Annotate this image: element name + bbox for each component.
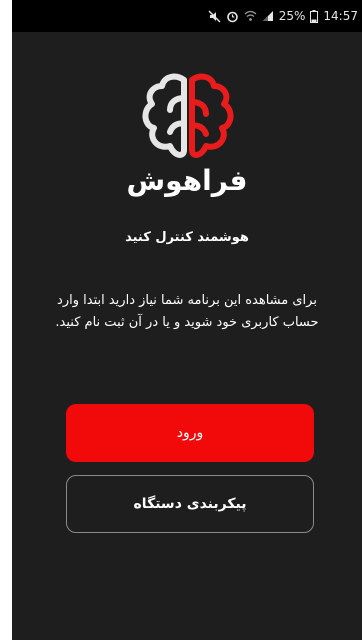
brain-icon xyxy=(142,73,234,158)
mute-icon xyxy=(208,10,221,23)
battery-percent: 25% xyxy=(278,9,306,23)
app-screen: 25% 14:57 فراهوش هوشمند کنترل کنید برای … xyxy=(12,0,362,640)
welcome-headline: هوشمند کنترل کنید xyxy=(125,230,249,245)
battery-icon xyxy=(310,9,319,23)
welcome-description: برای مشاهده این برنامه شما نیاز دارید اب… xyxy=(55,293,319,331)
signal-icon xyxy=(262,10,274,22)
wifi-icon xyxy=(244,10,257,22)
alarm-icon xyxy=(226,10,239,23)
brand-wordmark: فراهوش xyxy=(126,164,248,197)
status-bar: 25% 14:57 xyxy=(12,0,362,32)
brand-logo xyxy=(12,72,362,164)
clock-time: 14:57 xyxy=(323,9,358,23)
configure-device-button[interactable]: پیکربندی دستگاه xyxy=(66,475,314,533)
login-button[interactable]: ورود xyxy=(66,404,314,462)
